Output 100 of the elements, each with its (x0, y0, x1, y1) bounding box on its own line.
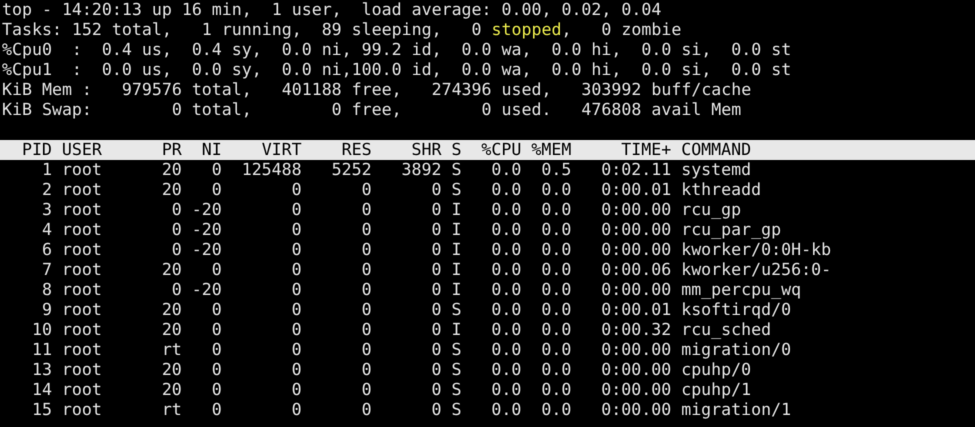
table-cell: -20 (192, 240, 222, 260)
table-cell-text: 0 (290, 280, 302, 300)
table-cell: ksoftirqd/0 (681, 300, 792, 320)
table-cell-text: 1 (40, 160, 52, 180)
table-cell-text: root (62, 200, 103, 220)
table-cell-text: 0 (210, 380, 222, 400)
table-cell-text: 2 (40, 180, 52, 200)
table-cell-text: 0 (210, 400, 222, 420)
table-cell-text: root (62, 320, 103, 340)
table-cell-text: 20 (160, 180, 182, 200)
table-cell-text: 0.0 (490, 360, 522, 380)
column-header: SHR (410, 140, 442, 160)
table-cell: kworker/0:0H-kb (681, 240, 832, 260)
table-cell-text: 0 (360, 380, 372, 400)
table-cell-text: rt (160, 400, 182, 420)
table-cell-text: 0 (290, 220, 302, 240)
table-cell-text: 0.0 (490, 260, 522, 280)
table-cell-text: 4 (40, 220, 52, 240)
table-cell: S (451, 400, 462, 420)
table-cell-text: 20 (160, 380, 182, 400)
table-cell-text: 0.0 (540, 340, 572, 360)
table-cell: kthreadd (681, 180, 762, 200)
table-cell-text: 0 (290, 360, 302, 380)
summary-line: Tasks: 152 total, 1 running, 89 sleeping, 0 stopped, 0 zombie (2, 20, 682, 40)
table-cell-text: root (62, 380, 103, 400)
table-cell-text: 20 (160, 320, 182, 340)
table-cell: S (451, 380, 462, 400)
table-cell-text: 6 (40, 240, 52, 260)
table-cell-text: 0 (360, 280, 372, 300)
table-cell-text: 0 (290, 260, 302, 280)
table-cell-text: 0:00.01 (600, 180, 672, 200)
table-cell-text: 0.5 (540, 160, 572, 180)
table-cell-text: root (62, 400, 103, 420)
table-cell: I (451, 280, 462, 300)
table-cell-text: 0 (290, 300, 302, 320)
table-cell-text: 8 (40, 280, 52, 300)
table-cell: I (451, 200, 462, 220)
table-cell-text: 0 (360, 400, 372, 420)
table-cell-text: root (62, 280, 103, 300)
table-cell-text: root (62, 180, 103, 200)
table-cell-text: 0 (430, 400, 442, 420)
column-header: PR (160, 140, 182, 160)
table-cell-text: 0 (170, 200, 182, 220)
table-cell-text: 11 (30, 340, 52, 360)
table-cell-text: 0.0 (490, 200, 522, 220)
table-cell-text: 0 (430, 340, 442, 360)
table-cell-text: 0 (210, 300, 222, 320)
table-cell-text: 125488 (240, 160, 302, 180)
column-header: USER (62, 140, 103, 160)
table-cell-text: 0 (170, 280, 182, 300)
table-cell-text: 0.0 (490, 340, 522, 360)
table-cell-text: 0 (290, 400, 302, 420)
table-cell-text: 0.0 (540, 360, 572, 380)
table-cell-text: 3892 (400, 160, 442, 180)
table-cell: cpuhp/1 (681, 380, 752, 400)
table-cell-text: 20 (160, 360, 182, 380)
column-header: RES (340, 140, 372, 160)
table-cell-text: 0 (360, 300, 372, 320)
summary-line: KiB Swap: 0 total, 0 free, 0 used. 476808 avail Mem (2, 100, 742, 120)
column-header: S (451, 140, 462, 160)
table-cell-text: 0:00.01 (600, 300, 672, 320)
table-cell-text: 0.0 (540, 200, 572, 220)
table-cell-text: 0:00.00 (600, 360, 672, 380)
table-cell-text: 0 (360, 220, 372, 240)
table-cell-text: 0.0 (490, 400, 522, 420)
table-cell-text: rt (160, 340, 182, 360)
table-cell-text: 20 (160, 160, 182, 180)
table-cell-text: 0:00.00 (600, 280, 672, 300)
table-cell-text: 0.0 (490, 320, 522, 340)
table-cell-text: 5252 (330, 160, 372, 180)
summary-line: KiB Mem : 979576 total, 401188 free, 274396 used, 303992 buff/cache (2, 80, 752, 100)
table-cell-text: 0 (360, 260, 372, 280)
table-cell-text: 13 (30, 360, 52, 380)
table-cell-text: 0 (430, 180, 442, 200)
table-cell-text: 20 (160, 300, 182, 320)
table-cell: rcu_sched (681, 320, 772, 340)
table-cell: systemd (681, 160, 752, 180)
column-header: %MEM (531, 140, 572, 160)
table-cell-text: 0 (430, 360, 442, 380)
table-cell-text: 20 (160, 260, 182, 280)
table-cell-text: 0 (210, 320, 222, 340)
column-header: %CPU (480, 140, 522, 160)
table-cell-text: 0 (290, 380, 302, 400)
table-cell: S (451, 300, 462, 320)
table-cell-text: 0.0 (490, 160, 522, 180)
table-cell: I (451, 260, 462, 280)
table-cell: S (451, 180, 462, 200)
table-cell-text: 0 (430, 240, 442, 260)
table-cell: I (451, 220, 462, 240)
summary-line: %Cpu1 : 0.0 us, 0.0 sy, 0.0 ni,100.0 id, 0.0 wa, 0.0 hi, 0.0 si, 0.0 st (2, 60, 792, 80)
table-cell-text: 0:00.00 (600, 380, 672, 400)
table-cell-text: 0.0 (540, 280, 572, 300)
table-cell-text: 0.0 (540, 380, 572, 400)
table-cell-text: 0.0 (540, 260, 572, 280)
table-cell-text: 7 (40, 260, 52, 280)
table-cell-text: 0 (430, 200, 442, 220)
table-cell: rcu_par_gp (681, 220, 782, 240)
table-cell: S (451, 160, 462, 180)
table-cell-text: root (62, 260, 103, 280)
table-cell: I (451, 320, 462, 340)
